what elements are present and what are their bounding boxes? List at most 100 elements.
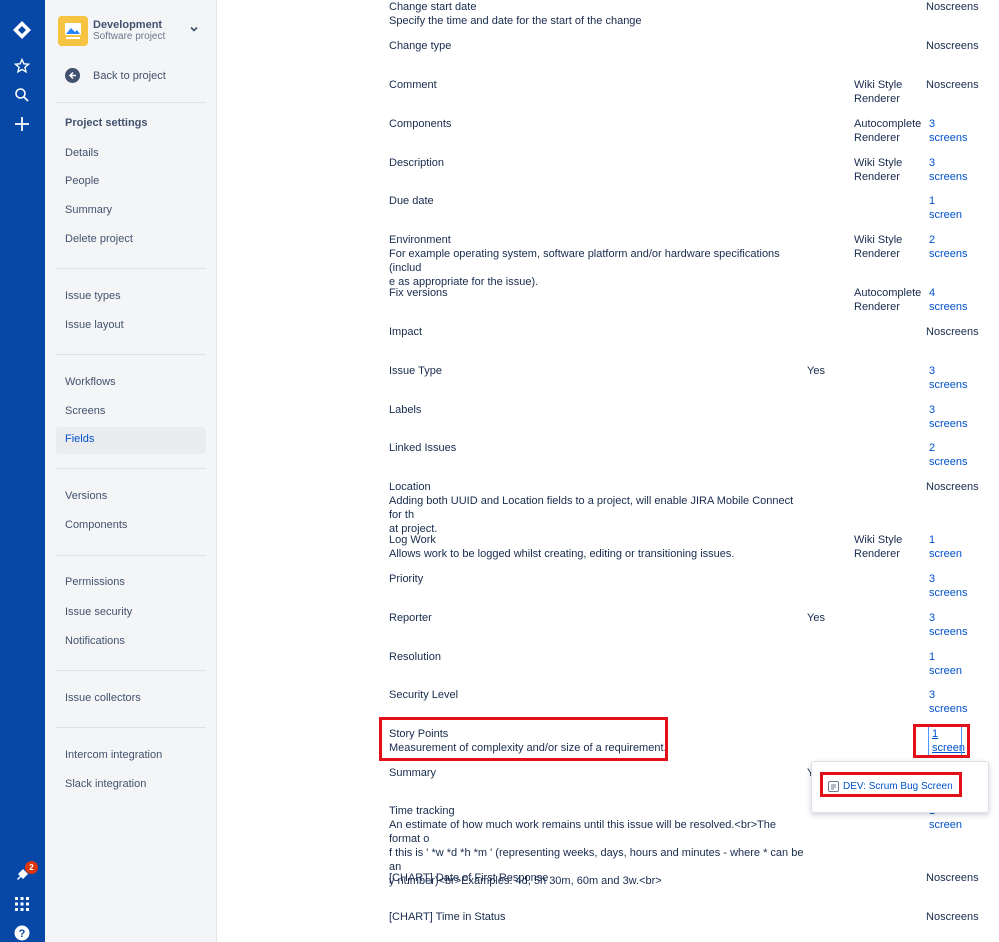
nav-item-issue-collectors[interactable]: Issue collectors xyxy=(65,692,141,704)
field-renderer[interactable]: Wiki Style Renderer xyxy=(854,533,924,561)
nav-item-issue-layout[interactable]: Issue layout xyxy=(65,319,124,331)
screens-link[interactable]: 3 screens xyxy=(926,403,976,431)
field-name: Time tracking xyxy=(389,805,455,817)
app-switcher-icon[interactable] xyxy=(9,891,35,917)
field-name-cell: Comment xyxy=(389,78,804,92)
field-description: Allows work to be logged whilst creating… xyxy=(389,548,735,560)
nav-item-intercom-integration[interactable]: Intercom integration xyxy=(65,749,162,761)
field-renderer[interactable]: Wiki Style Renderer xyxy=(854,233,924,261)
nav-item-issue-types[interactable]: Issue types xyxy=(65,290,121,302)
create-icon[interactable] xyxy=(9,111,35,137)
nav-item-details[interactable]: Details xyxy=(65,147,99,159)
nav-item-summary[interactable]: Summary xyxy=(65,204,112,216)
field-name: Impact xyxy=(389,326,423,338)
nav-item-notifications[interactable]: Notifications xyxy=(65,635,125,647)
field-name-cell: Due date xyxy=(389,194,804,208)
field-name: Linked Issues xyxy=(389,442,457,454)
divider xyxy=(56,670,206,671)
field-name: Description xyxy=(389,157,445,169)
divider xyxy=(56,555,206,556)
help-icon[interactable]: ? xyxy=(9,920,35,942)
field-name: Due date xyxy=(389,195,434,207)
star-icon[interactable] xyxy=(9,53,35,79)
fields-table: Change start date Specify the time and da… xyxy=(217,0,999,942)
field-name: Environment xyxy=(389,234,451,246)
screens-count: Noscreens xyxy=(926,910,979,924)
screens-link[interactable]: 1 screen xyxy=(926,194,976,222)
chevron-down-icon[interactable] xyxy=(189,24,199,37)
project-settings-heading: Project settings xyxy=(65,117,148,129)
field-name-cell: [CHART] Time in Status xyxy=(389,910,804,924)
nav-item-people[interactable]: People xyxy=(65,175,99,187)
field-description: Adding both UUID and Location fields to … xyxy=(389,495,794,521)
field-name-cell: Summary xyxy=(389,766,804,780)
field-name-cell: Issue Type xyxy=(389,364,804,378)
screens-text: 3 xyxy=(929,404,936,416)
screens-link[interactable]: 1 screen xyxy=(926,533,976,561)
screens-text: screens xyxy=(940,872,979,884)
field-description: An estimate of how much work remains unt… xyxy=(389,819,777,845)
screens-text: screens xyxy=(929,301,968,313)
divider xyxy=(56,354,206,355)
nav-item-permissions[interactable]: Permissions xyxy=(65,576,125,588)
screens-link[interactable]: 3 screens xyxy=(926,117,976,145)
nav-item-screens[interactable]: Screens xyxy=(65,405,105,417)
screens-link[interactable]: 3 screens xyxy=(926,572,976,600)
screens-text: 4 xyxy=(929,287,936,299)
search-icon[interactable] xyxy=(9,82,35,108)
screens-text: screens xyxy=(940,326,979,338)
field-name: Reporter xyxy=(389,612,432,624)
screens-link[interactable]: 2 screens xyxy=(926,233,976,261)
screens-text: 3 xyxy=(929,118,936,130)
field-name-cell: Description xyxy=(389,156,804,170)
project-avatar[interactable] xyxy=(58,16,88,46)
nav-item-slack-integration[interactable]: Slack integration xyxy=(65,778,146,790)
screens-link[interactable]: 3 screens xyxy=(926,156,976,184)
nav-item-workflows[interactable]: Workflows xyxy=(65,376,116,388)
screens-text: screens xyxy=(929,418,968,430)
field-name: [CHART] Date of First Response xyxy=(389,872,549,884)
renderer-label: Autocomplete xyxy=(854,287,922,299)
screens-text: No xyxy=(926,40,941,52)
screens-link[interactable]: 2 screens xyxy=(926,441,976,469)
field-name-cell: Log Work Allows work to be logged whilst … xyxy=(389,533,804,561)
screens-count: Noscreens xyxy=(926,325,979,339)
field-renderer[interactable]: Autocomplete Renderer xyxy=(854,117,924,145)
screens-text: 3 xyxy=(929,573,936,585)
jira-logo-icon[interactable] xyxy=(9,17,35,43)
screens-text: screens xyxy=(940,40,979,52)
nav-item-fields[interactable]: Fields xyxy=(65,433,94,445)
field-name: Labels xyxy=(389,404,422,416)
screens-text: screen xyxy=(929,209,963,221)
field-name: Change start date xyxy=(389,1,477,13)
screens-link[interactable]: 3 screens xyxy=(926,364,976,392)
nav-item-issue-security[interactable]: Issue security xyxy=(65,606,132,618)
screens-link[interactable]: 4 screens xyxy=(926,286,976,314)
nav-item-versions[interactable]: Versions xyxy=(65,490,107,502)
field-name-cell: Change type xyxy=(389,39,804,53)
nav-item-components[interactable]: Components xyxy=(65,519,127,531)
screens-count: Noscreens xyxy=(926,871,979,885)
project-type: Software project xyxy=(93,31,166,42)
field-name-cell: Fix versions xyxy=(389,286,804,300)
renderer-label: Wiki Style xyxy=(854,534,903,546)
divider xyxy=(56,102,206,103)
screens-link[interactable]: 3 screens xyxy=(926,688,976,716)
field-renderer[interactable]: Autocomplete Renderer xyxy=(854,286,924,314)
nav-item-delete-project[interactable]: Delete project xyxy=(65,233,133,245)
field-name-cell: Resolution xyxy=(389,650,804,664)
screens-link[interactable]: 3 screens xyxy=(926,611,976,639)
field-name-cell: [CHART] Date of First Response xyxy=(389,871,804,885)
screens-text: screens xyxy=(929,248,968,260)
screens-text: screens xyxy=(929,379,968,391)
renderer-label: Renderer xyxy=(854,132,900,144)
field-renderer[interactable]: Wiki Style Renderer xyxy=(854,156,924,184)
back-to-project-link[interactable]: Back to project xyxy=(65,68,166,83)
screens-count: Noscreens xyxy=(926,78,979,92)
screens-link[interactable]: 1 screen xyxy=(926,650,976,678)
field-renderer[interactable]: Wiki Style Renderer xyxy=(854,78,924,106)
field-name-cell: Priority xyxy=(389,572,804,586)
project-name[interactable]: Development xyxy=(93,19,162,31)
screens-text: No xyxy=(926,911,941,923)
screens-text: 1 xyxy=(929,651,936,663)
